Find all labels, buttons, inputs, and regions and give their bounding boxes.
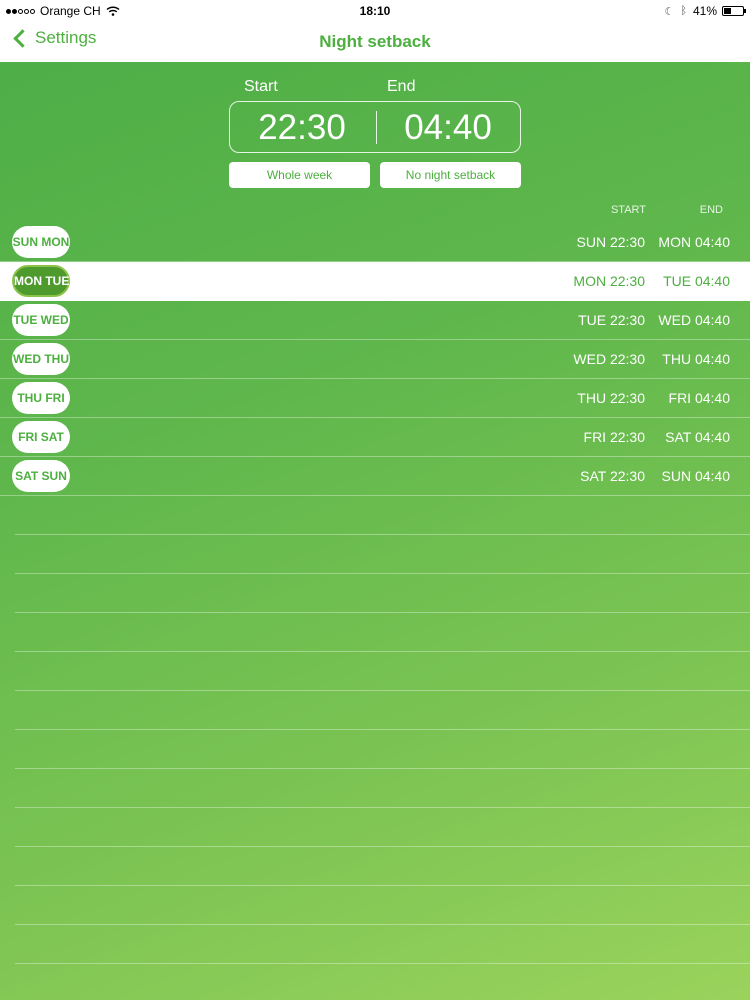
list-separator — [15, 613, 750, 652]
start-heading: Start — [244, 78, 278, 95]
whole-week-button[interactable]: Whole week — [229, 162, 370, 188]
row-start-time: SUN 22:30 — [576, 234, 645, 250]
day-list: SUN MON SUN 22:30 MON 04:40 MON TUE MON … — [0, 223, 750, 496]
day-pill[interactable]: WED THU — [12, 343, 70, 375]
row-end-time: SUN 04:40 — [661, 468, 730, 484]
status-right: ☾ ᛒ 41% — [664, 4, 746, 18]
main-content: Start End 22:30 04:40 Whole week No nigh… — [0, 62, 750, 1000]
day-pill[interactable]: THU FRI — [12, 382, 70, 414]
day-row[interactable]: SUN MON SUN 22:30 MON 04:40 — [0, 223, 750, 262]
list-separator — [15, 574, 750, 613]
empty-list-area — [15, 496, 750, 1000]
day-pill[interactable]: MON TUE — [12, 265, 70, 297]
list-separator — [15, 769, 750, 808]
list-separator — [15, 886, 750, 925]
row-start-time: FRI 22:30 — [583, 429, 645, 445]
time-picker-box: 22:30 04:40 — [229, 101, 521, 153]
day-row[interactable]: TUE WED TUE 22:30 WED 04:40 — [0, 301, 750, 340]
row-end-time: MON 04:40 — [658, 234, 730, 250]
bluetooth-icon: ᛒ — [680, 5, 687, 17]
list-separator — [15, 964, 750, 1000]
start-time-value[interactable]: 22:30 — [232, 108, 372, 148]
row-start-time: SAT 22:30 — [580, 468, 645, 484]
navigation-bar: Settings Night setback — [0, 22, 750, 62]
status-time: 18:10 — [359, 4, 391, 18]
end-column-header: END — [699, 204, 723, 216]
row-end-time: WED 04:40 — [658, 312, 730, 328]
battery-percentage: 41% — [692, 4, 717, 18]
day-pill[interactable]: SUN MON — [12, 226, 70, 258]
list-separator — [15, 730, 750, 769]
status-bar: Orange CH 18:10 ☾ ᛒ 41% — [0, 0, 750, 22]
list-separator — [15, 535, 750, 574]
row-start-time: THU 22:30 — [577, 390, 645, 406]
day-row[interactable]: WED THU WED 22:30 THU 04:40 — [0, 340, 750, 379]
no-night-setback-button[interactable]: No night setback — [380, 162, 521, 188]
moon-icon: ☾ — [664, 5, 675, 18]
day-pill[interactable]: FRI SAT — [12, 421, 70, 453]
row-start-time: TUE 22:30 — [578, 312, 645, 328]
battery-fill — [724, 8, 732, 14]
list-separator — [15, 652, 750, 691]
list-separator — [15, 847, 750, 886]
end-heading: End — [387, 78, 416, 95]
day-pill[interactable]: TUE WED — [12, 304, 70, 336]
row-start-time: MON 22:30 — [573, 273, 645, 289]
row-end-time: FRI 04:40 — [668, 390, 730, 406]
list-separator — [15, 496, 750, 535]
page-title: Night setback — [319, 32, 431, 51]
day-row[interactable]: THU FRI THU 22:30 FRI 04:40 — [0, 379, 750, 418]
end-time-value[interactable]: 04:40 — [378, 108, 518, 148]
row-end-time: SAT 04:40 — [665, 429, 730, 445]
day-pill[interactable]: SAT SUN — [12, 460, 70, 492]
row-start-time: WED 22:30 — [573, 351, 645, 367]
start-column-header: START — [610, 204, 646, 216]
row-end-time: THU 04:40 — [662, 351, 730, 367]
time-divider — [376, 111, 377, 144]
list-separator — [15, 808, 750, 847]
day-row[interactable]: MON TUE MON 22:30 TUE 04:40 — [0, 262, 750, 301]
row-end-time: TUE 04:40 — [663, 273, 730, 289]
day-row[interactable]: FRI SAT FRI 22:30 SAT 04:40 — [0, 418, 750, 457]
list-separator — [15, 925, 750, 964]
battery-icon — [722, 6, 746, 16]
list-separator — [15, 691, 750, 730]
day-row[interactable]: SAT SUN SAT 22:30 SUN 04:40 — [0, 457, 750, 496]
